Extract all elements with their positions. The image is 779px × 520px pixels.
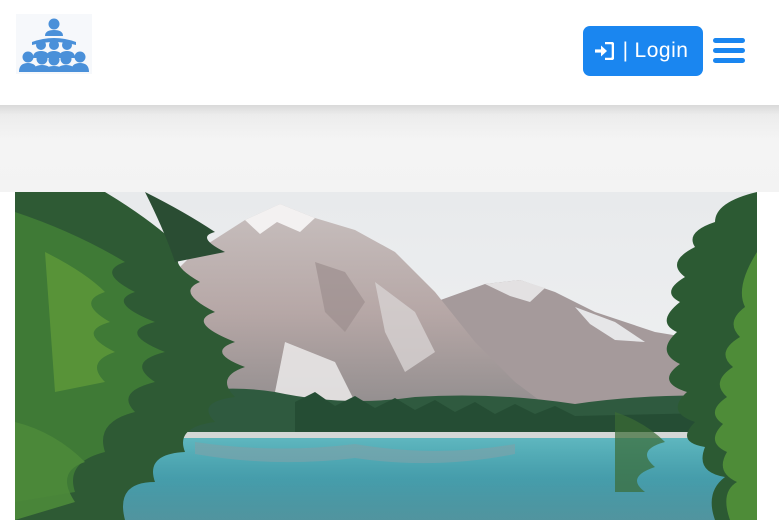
menu-bar-bottom [713,58,745,63]
site-header: | Login [0,0,779,105]
group-people-icon [16,14,92,74]
sign-in-icon [594,42,614,60]
login-label: Login [634,39,689,62]
hamburger-menu-icon[interactable] [713,35,747,65]
right-gutter [757,192,779,520]
header-shadow-band [0,105,779,192]
hero-image [15,192,757,520]
logo[interactable] [16,14,92,74]
login-button[interactable]: | Login [583,26,703,76]
login-separator: | [622,39,629,62]
menu-bar-middle [713,48,745,53]
menu-bar-top [713,38,745,43]
